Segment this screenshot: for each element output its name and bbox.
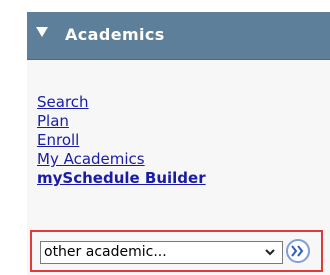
pagelet-title: Academics	[65, 25, 165, 44]
chevron-down-icon[interactable]	[265, 249, 275, 256]
myschedule-builder-link[interactable]: mySchedule Builder	[37, 169, 206, 187]
page: Academics Search Plan Enroll My Academic…	[0, 0, 330, 275]
list-item: My Academics	[37, 150, 206, 169]
academics-link-list: Search Plan Enroll My Academics mySchedu…	[37, 93, 206, 188]
search-link[interactable]: Search	[37, 93, 89, 111]
plan-link[interactable]: Plan	[37, 112, 69, 130]
select-value: other academic...	[44, 244, 167, 260]
highlight-box: other academic...	[30, 230, 323, 272]
enroll-link[interactable]: Enroll	[37, 131, 79, 149]
other-academic-select[interactable]: other academic...	[40, 241, 283, 264]
list-item: Enroll	[37, 131, 206, 150]
pagelet-header[interactable]: Academics	[27, 12, 330, 60]
academics-pagelet: Academics Search Plan Enroll My Academic…	[27, 12, 330, 275]
my-academics-link[interactable]: My Academics	[37, 150, 145, 168]
double-chevron-right-icon	[291, 245, 304, 257]
pagelet-body: Search Plan Enroll My Academics mySchedu…	[27, 60, 330, 275]
list-item: Plan	[37, 112, 206, 131]
list-item: mySchedule Builder	[37, 169, 206, 188]
go-button[interactable]	[286, 239, 310, 263]
list-item: Search	[37, 93, 206, 112]
triangle-down-icon[interactable]	[36, 27, 48, 37]
